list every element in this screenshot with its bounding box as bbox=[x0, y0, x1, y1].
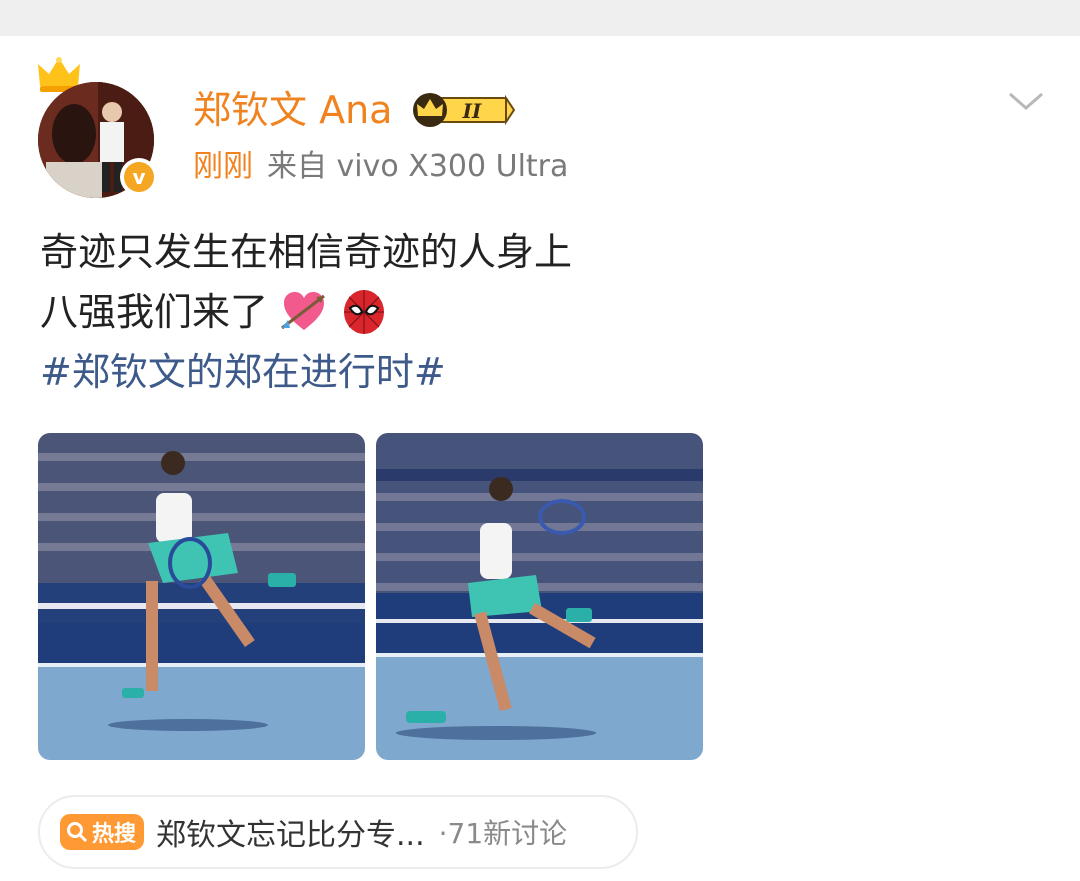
search-icon bbox=[67, 822, 88, 843]
heart-with-arrow-emoji bbox=[281, 292, 325, 330]
hot-search-topic-link[interactable]: 热搜 郑钦文忘记比分专... ·71新讨论 bbox=[38, 795, 638, 869]
author-name[interactable]: 郑钦文 Ana bbox=[193, 84, 392, 136]
post-text-line-1: 奇迹只发生在相信奇迹的人身上 bbox=[40, 230, 573, 274]
hot-search-badge: 热搜 bbox=[60, 814, 145, 850]
member-level-badge[interactable]: II bbox=[408, 90, 516, 130]
post-body: 奇迹只发生在相信奇迹的人身上 八强我们来了 #郑钦文的郑在进行时# bbox=[40, 222, 572, 402]
post-time: 刚刚 bbox=[193, 149, 253, 184]
author-avatar-group[interactable]: v bbox=[36, 56, 166, 198]
post-source: 来自 vivo X300 Ultra bbox=[267, 149, 569, 184]
verified-badge-icon: v bbox=[120, 158, 158, 196]
post-meta: 刚刚 来自 vivo X300 Ultra bbox=[193, 146, 568, 188]
chevron-down-icon[interactable] bbox=[1006, 86, 1046, 116]
topic-hashtag-link[interactable]: #郑钦文的郑在进行时# bbox=[40, 342, 572, 402]
top-divider-bar bbox=[0, 0, 1080, 36]
member-level-text: II bbox=[462, 99, 482, 123]
hot-search-count: ·71新讨论 bbox=[438, 817, 568, 850]
spiderman-emoji bbox=[344, 290, 385, 334]
tennis-photo-1[interactable] bbox=[38, 433, 365, 760]
post-text-line-2: 八强我们来了 bbox=[40, 282, 572, 342]
tennis-photo-2[interactable] bbox=[376, 433, 703, 760]
hot-search-badge-label: 热搜 bbox=[92, 822, 137, 847]
hot-search-title: 郑钦文忘记比分专... bbox=[156, 818, 425, 853]
post-text-line-2-text: 八强我们来了 bbox=[40, 290, 269, 334]
